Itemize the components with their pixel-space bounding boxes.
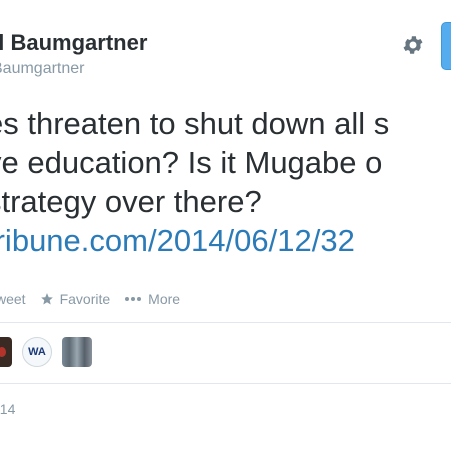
favorite-label: Favorite bbox=[59, 291, 111, 307]
more-label: More bbox=[148, 291, 181, 307]
retweet-label: weet bbox=[0, 291, 26, 307]
tweet-actions: weet Favorite More bbox=[0, 290, 194, 308]
tweet-text-line: ve education? Is it Mugabe o bbox=[0, 145, 383, 180]
tweet-link[interactable]: tribune.com/2014/06/12/32 bbox=[0, 221, 451, 260]
follow-button[interactable] bbox=[441, 22, 451, 70]
retweet-button[interactable]: weet bbox=[0, 291, 26, 307]
avatar-wa-label: WA bbox=[28, 346, 46, 358]
author-name[interactable]: el Baumgartner bbox=[0, 30, 147, 56]
gear-icon[interactable] bbox=[401, 33, 425, 57]
tweet-text: es threaten to shut down all s ve educat… bbox=[0, 104, 451, 260]
more-button[interactable]: More bbox=[124, 291, 180, 307]
ellipsis-icon bbox=[125, 297, 142, 301]
divider bbox=[0, 383, 451, 384]
avatar-person[interactable] bbox=[0, 337, 12, 367]
author-handle[interactable]: Baumgartner bbox=[0, 60, 85, 78]
favoriters-avatars: WA bbox=[0, 336, 102, 368]
tweet-timestamp[interactable]: 014 bbox=[0, 401, 15, 417]
favorite-button[interactable]: Favorite bbox=[40, 291, 111, 307]
star-icon bbox=[40, 293, 53, 305]
avatar-wa[interactable]: WA bbox=[22, 337, 52, 367]
tweet-text-line: es threaten to shut down all s bbox=[0, 106, 390, 141]
tweet-text-line: strategy over there? bbox=[0, 184, 262, 219]
divider bbox=[0, 322, 451, 323]
avatar-group[interactable] bbox=[62, 337, 92, 367]
